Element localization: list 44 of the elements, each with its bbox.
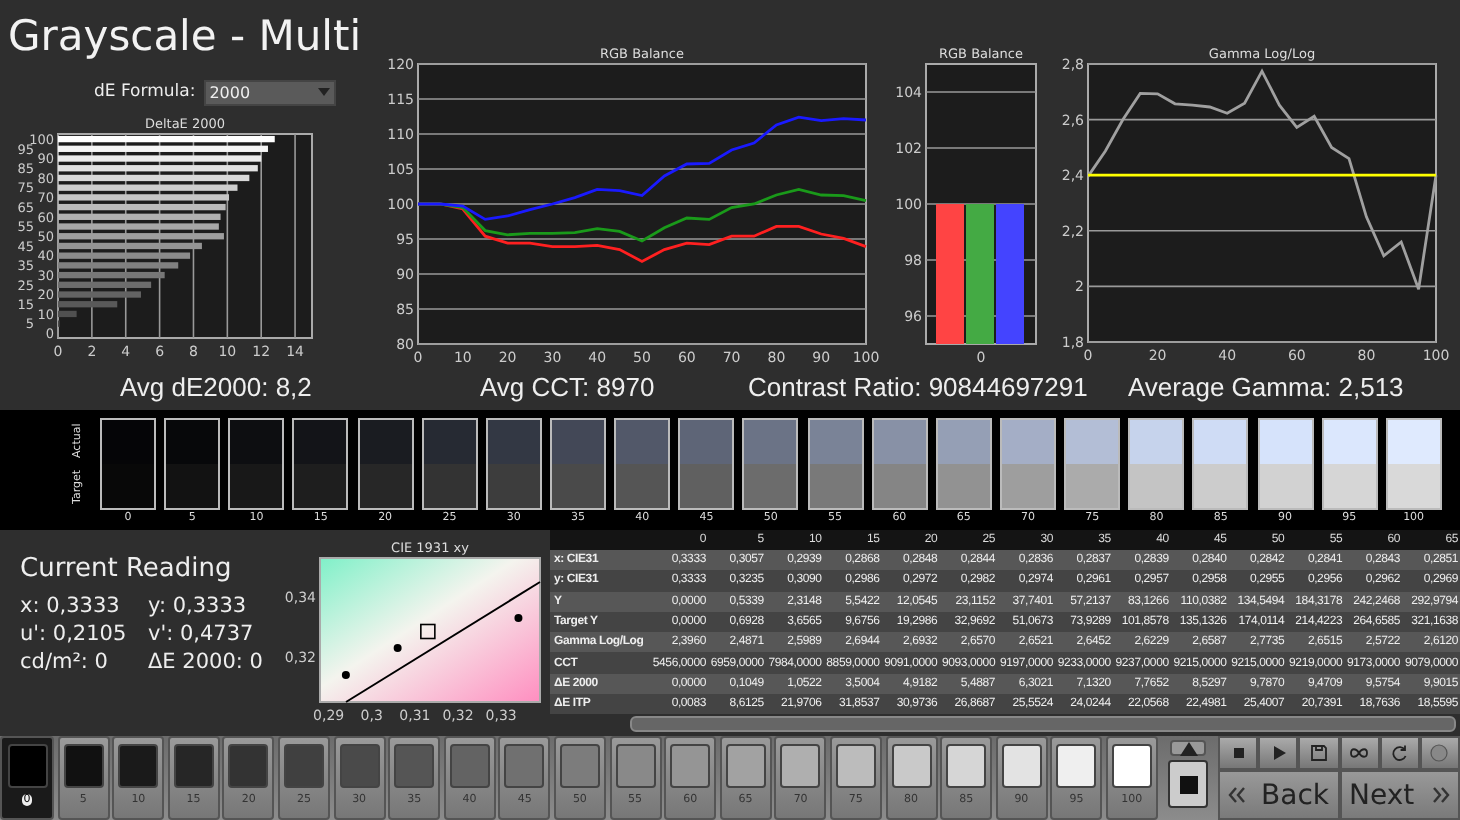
stop-button[interactable] <box>1168 760 1209 809</box>
dropdown-value: 2000 <box>209 83 251 101</box>
double-chevron-left-icon <box>1228 786 1247 805</box>
double-chevron-right-icon <box>1432 786 1450 805</box>
data-point <box>393 643 402 652</box>
caret-icon <box>317 88 330 96</box>
section-title: Current Reading <box>20 553 234 584</box>
next-button[interactable]: Next <box>1339 770 1460 820</box>
reading-value: cd/m²: 0 <box>20 649 110 674</box>
data-point <box>341 670 350 679</box>
horizontal-scrollbar[interactable] <box>630 716 1456 733</box>
field-label: dE Formula: <box>94 82 196 102</box>
square-icon <box>1179 775 1198 794</box>
floppy-icon <box>1309 744 1328 763</box>
summary-stat: Contrast Ratio: 90844697291 <box>748 372 1090 403</box>
summary-stat: Average Gamma: 2,513 <box>1128 372 1404 403</box>
infinity-icon <box>1350 744 1369 763</box>
circle-button[interactable] <box>1419 736 1460 771</box>
reading-value: x: 0,3333 <box>20 593 122 618</box>
bar <box>996 204 1024 344</box>
target-marker <box>420 623 436 639</box>
reading-value: y: 0,3333 <box>148 593 249 618</box>
play-button[interactable] <box>1258 736 1299 771</box>
bar <box>936 204 964 344</box>
circle-icon <box>1430 744 1449 763</box>
refresh-button[interactable] <box>1379 736 1420 771</box>
summary-stat: Avg CCT: 8970 <box>480 372 657 403</box>
summary-stat: Avg dE2000: 8,2 <box>120 372 314 403</box>
square-icon <box>1229 744 1248 763</box>
bar <box>966 204 994 344</box>
reading-value: u': 0,2105 <box>20 621 129 646</box>
up-button[interactable] <box>1170 740 1207 757</box>
save-button[interactable] <box>1298 736 1340 771</box>
reading-value: ΔE 2000: 0 <box>148 649 265 674</box>
bar <box>58 291 141 298</box>
back-button[interactable]: Back <box>1218 770 1340 820</box>
loop-button[interactable] <box>1339 736 1380 771</box>
formula-dropdown[interactable]: 2000 <box>203 79 336 105</box>
stop-button[interactable] <box>1218 736 1259 771</box>
data-point <box>514 613 523 622</box>
page-title: Grayscale - Multi <box>6 10 364 64</box>
reading-value: v': 0,4737 <box>148 621 256 646</box>
play-icon <box>1269 744 1288 763</box>
refresh-icon <box>1390 744 1409 763</box>
